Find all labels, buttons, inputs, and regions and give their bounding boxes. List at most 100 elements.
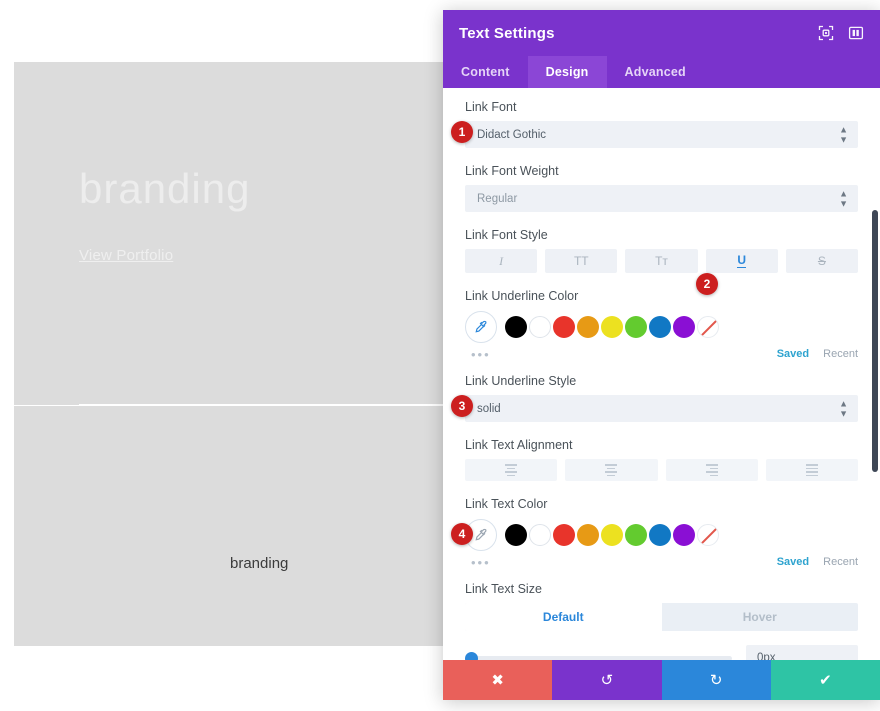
swatch-yellow[interactable] <box>601 524 623 546</box>
redo-button[interactable]: ↻ <box>661 660 771 700</box>
step-badge-1: 1 <box>451 121 473 143</box>
swatch-red[interactable] <box>553 316 575 338</box>
swatch-white[interactable] <box>529 316 551 338</box>
link-font-select[interactable]: Didact Gothic ▲ ▼ <box>465 121 858 148</box>
recent-colors-link[interactable]: Recent <box>823 556 858 568</box>
fullscreen-icon[interactable] <box>818 25 834 41</box>
link-underline-color-label: Link Underline Color <box>465 289 579 303</box>
link-underline-style-value: solid <box>477 402 501 415</box>
field-link-text-color: Link Text Color 4 ••• Saved Recent <box>451 497 858 570</box>
underline-color-meta-right: Saved Recent <box>777 348 858 360</box>
link-text-alignment-label: Link Text Alignment <box>465 438 573 452</box>
underline-glyph: U <box>737 252 747 269</box>
chevron-updown-icon: ▲ ▼ <box>839 124 848 144</box>
tab-advanced[interactable]: Advanced <box>607 56 704 88</box>
hero-caption: branding <box>230 555 289 572</box>
step-badge-3: 3 <box>451 395 473 417</box>
undo-button[interactable]: ↺ <box>552 660 662 700</box>
modal-scrollbar[interactable] <box>872 210 878 472</box>
text-size-slider-row: 0px <box>465 645 858 660</box>
align-right-button[interactable] <box>665 459 758 481</box>
italic-button[interactable]: I <box>465 249 538 273</box>
field-link-underline-style: Link Underline Style 3 solid ▲ ▼ <box>451 374 858 422</box>
align-justify-button[interactable] <box>765 459 858 481</box>
swatch-black[interactable] <box>505 524 527 546</box>
swatch-none[interactable] <box>697 524 719 546</box>
step-badge-4: 4 <box>451 523 473 545</box>
swatch-green[interactable] <box>625 524 647 546</box>
swatch-purple[interactable] <box>673 316 695 338</box>
swatch-orange[interactable] <box>577 524 599 546</box>
align-left-button[interactable] <box>465 459 558 481</box>
chevron-updown-icon: ▲ ▼ <box>839 398 848 418</box>
link-font-label: Link Font <box>465 100 517 114</box>
recent-colors-link[interactable]: Recent <box>823 348 858 360</box>
align-right-icon <box>705 464 718 476</box>
swatch-yellow[interactable] <box>601 316 623 338</box>
step-badge-2: 2 <box>696 273 718 295</box>
field-link-text-size: Link Text Size Default Hover 0px 5 <box>465 582 858 660</box>
text-settings-modal: Text Settings Content Design Advanced Li… <box>443 10 880 700</box>
text-size-slider[interactable] <box>465 647 732 660</box>
link-font-weight-label: Link Font Weight <box>465 164 559 178</box>
swatch-orange[interactable] <box>577 316 599 338</box>
swatch-purple[interactable] <box>673 524 695 546</box>
more-options-icon[interactable]: ••• <box>465 555 491 570</box>
swatch-blue[interactable] <box>649 524 671 546</box>
slider-track <box>465 655 732 660</box>
uppercase-button[interactable]: TT <box>545 249 618 273</box>
font-style-button-row: I TT Tт U S <box>465 249 859 273</box>
saved-colors-link[interactable]: Saved <box>777 348 809 360</box>
eyedropper-button[interactable] <box>465 311 497 343</box>
field-link-font: Link Font 1 Didact Gothic ▲ ▼ <box>451 100 858 148</box>
swatch-green[interactable] <box>625 316 647 338</box>
strikethrough-glyph: S <box>817 254 826 268</box>
link-font-style-label: Link Font Style <box>465 228 548 242</box>
smallcaps-glyph: Tт <box>655 254 668 268</box>
underline-color-meta: ••• Saved Recent <box>465 346 858 362</box>
strikethrough-button[interactable]: S <box>785 249 859 273</box>
align-left-icon <box>505 464 518 476</box>
state-tab-hover[interactable]: Hover <box>662 603 859 631</box>
text-size-value: 0px <box>757 652 776 660</box>
link-text-color-label: Link Text Color <box>465 497 548 511</box>
swatch-black[interactable] <box>505 316 527 338</box>
swatch-none[interactable] <box>697 316 719 338</box>
chevron-updown-icon: ▲ ▼ <box>839 188 848 208</box>
text-color-swatch-row <box>465 518 858 552</box>
link-font-weight-value: Regular <box>477 192 518 205</box>
tab-content[interactable]: Content <box>443 56 528 88</box>
link-underline-style-select[interactable]: solid ▲ ▼ <box>465 395 858 422</box>
eyedropper-icon <box>474 528 486 541</box>
field-link-font-style: Link Font Style I TT Tт U S 2 <box>465 228 859 295</box>
modal-footer: ✖ ↺ ↻ ✔ <box>443 660 880 700</box>
link-underline-style-label: Link Underline Style <box>465 374 577 388</box>
italic-glyph: I <box>499 253 504 268</box>
field-link-font-weight: Link Font Weight Regular ▲ ▼ <box>465 164 858 212</box>
link-font-value: Didact Gothic <box>477 128 547 141</box>
modal-title: Text Settings <box>459 24 555 42</box>
saved-colors-link[interactable]: Saved <box>777 556 809 568</box>
swatch-blue[interactable] <box>649 316 671 338</box>
text-size-input[interactable]: 0px <box>746 645 858 660</box>
save-button[interactable]: ✔ <box>770 660 880 700</box>
field-link-underline-color: Link Underline Color ••• Saved Recent <box>465 289 858 362</box>
underline-color-swatch-row <box>465 310 858 344</box>
cancel-button[interactable]: ✖ <box>443 660 553 700</box>
link-font-weight-select[interactable]: Regular ▲ ▼ <box>465 185 858 212</box>
panel-layout-icon[interactable] <box>848 25 864 41</box>
swatch-white[interactable] <box>529 524 551 546</box>
field-link-text-alignment: Link Text Alignment <box>465 438 858 481</box>
underline-button[interactable]: U <box>705 249 778 273</box>
tab-design[interactable]: Design <box>527 56 607 88</box>
align-center-button[interactable] <box>565 459 658 481</box>
slider-handle[interactable] <box>465 651 478 660</box>
modal-body: Link Font 1 Didact Gothic ▲ ▼ Link Font W… <box>443 88 880 660</box>
swatch-red[interactable] <box>553 524 575 546</box>
modal-tabs: Content Design Advanced <box>443 56 880 88</box>
smallcaps-button[interactable]: Tт <box>625 249 698 273</box>
hero-portfolio-link[interactable]: View Portfolio <box>79 247 173 264</box>
align-center-icon <box>605 464 618 476</box>
more-options-icon[interactable]: ••• <box>465 347 491 362</box>
state-tab-default[interactable]: Default <box>465 603 662 631</box>
